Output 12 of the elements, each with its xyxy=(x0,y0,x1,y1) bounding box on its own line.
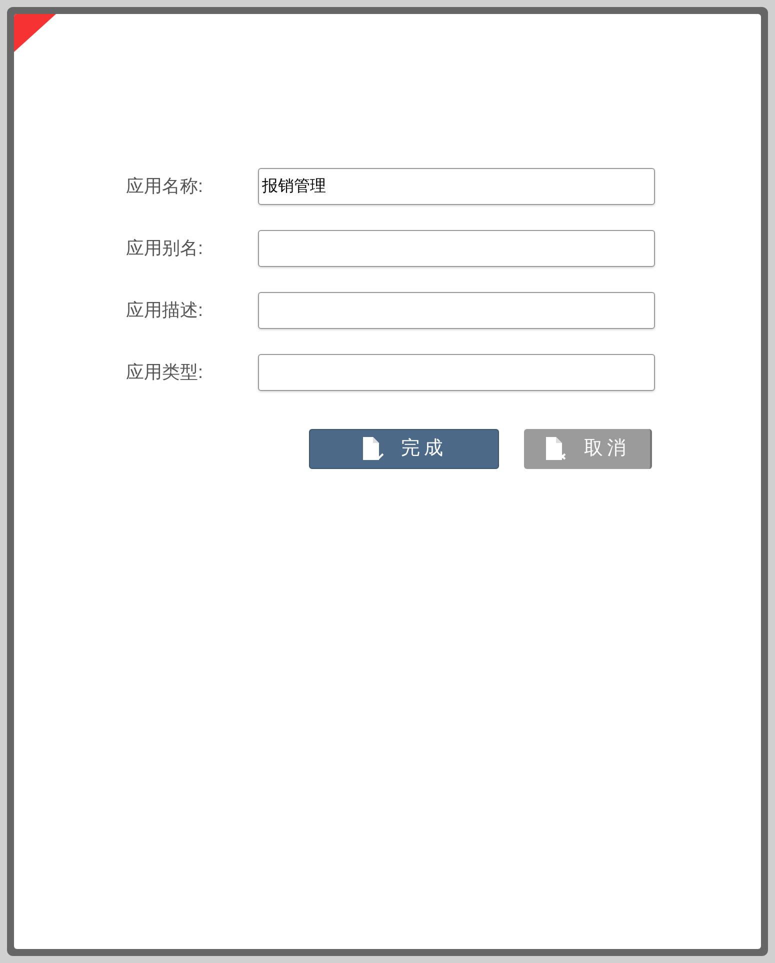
field-label: 应用别名: xyxy=(126,237,204,260)
file-check-icon xyxy=(361,436,385,462)
finish-button[interactable]: 完成 xyxy=(309,429,499,469)
text-field[interactable]: 报销管理 xyxy=(258,168,655,205)
text-field[interactable] xyxy=(258,354,655,391)
corner-marker-icon xyxy=(14,14,56,52)
field-label: 应用类型: xyxy=(126,361,204,384)
file-x-icon xyxy=(544,436,568,462)
text-field[interactable] xyxy=(258,230,655,267)
field-label: 应用名称: xyxy=(126,175,204,198)
field-label: 应用描述: xyxy=(126,299,204,322)
text-field[interactable] xyxy=(258,292,655,329)
